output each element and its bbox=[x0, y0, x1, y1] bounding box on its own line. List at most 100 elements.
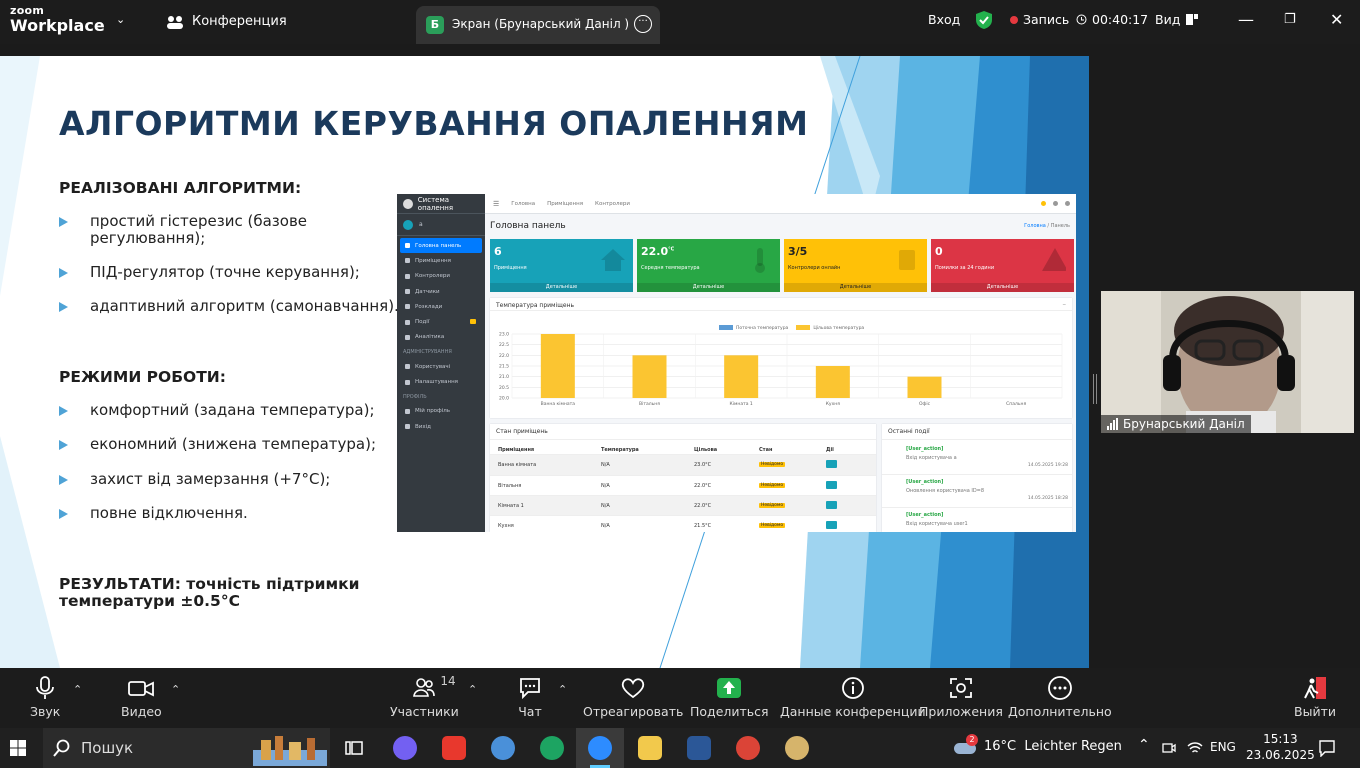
bar-target-0 bbox=[540, 334, 575, 398]
chrome-app-icon[interactable] bbox=[736, 736, 760, 760]
nav-item-analytics: Аналітика bbox=[400, 330, 482, 345]
y-tick-label: 20.0 bbox=[499, 396, 509, 402]
windows-start-icon[interactable] bbox=[10, 740, 26, 756]
search-highlight-illustration bbox=[253, 736, 327, 766]
wps-app-icon[interactable] bbox=[442, 736, 466, 760]
share-screen-button[interactable]: Поделиться bbox=[690, 676, 769, 719]
more-button[interactable]: Дополнительно bbox=[1008, 676, 1112, 719]
dashboard-nav: Головна панель Приміщення Контролери Дат… bbox=[397, 236, 485, 436]
slide-title: АЛГОРИТМИ КЕРУВАННЯ ОПАЛЕННЯМ bbox=[59, 104, 809, 143]
palette-app-icon[interactable] bbox=[785, 736, 809, 760]
dashboard-topnav: ☰ Головна Приміщення Контролери bbox=[485, 194, 1076, 214]
rooms-table-card: Стан приміщень Приміщення Температура Ці… bbox=[490, 424, 876, 532]
warning-icon bbox=[1042, 248, 1066, 271]
legend-swatch-current bbox=[719, 325, 733, 330]
zoom-taskbar-item[interactable] bbox=[576, 728, 624, 768]
viber-app-icon[interactable] bbox=[393, 736, 417, 760]
gear-icon bbox=[405, 379, 410, 385]
bullet-arrow-icon bbox=[59, 440, 68, 450]
language-indicator[interactable]: ENG bbox=[1210, 740, 1236, 754]
events-badge bbox=[470, 319, 476, 325]
bullet-arrow-icon bbox=[59, 509, 68, 519]
audio-button[interactable]: Звук bbox=[30, 676, 60, 719]
nav-item-sensors: Датчики bbox=[400, 284, 482, 299]
dashboard-brand: Система опалення bbox=[397, 194, 485, 214]
conference-tab[interactable]: Конференция bbox=[166, 14, 287, 29]
record-dot-icon bbox=[1010, 15, 1018, 24]
paint-app-icon[interactable] bbox=[491, 736, 515, 760]
algorithm-item: ПІД-регулятор (точне керування); bbox=[59, 264, 389, 281]
restore-icon[interactable]: ❐ bbox=[1284, 12, 1296, 27]
chevron-down-icon[interactable]: ⌄ bbox=[116, 13, 125, 26]
signin-button[interactable]: Вход bbox=[928, 12, 960, 27]
close-icon[interactable]: ✕ bbox=[1330, 10, 1343, 29]
chevron-up-icon[interactable]: ⌃ bbox=[1138, 737, 1150, 753]
meeting-toolbar: Звук ⌃ Видео ⌃ 14 Участники ⌃ Чат ⌃ Отре… bbox=[0, 668, 1360, 728]
x-tick-label: Вітальня bbox=[639, 401, 660, 407]
video-button[interactable]: Видео bbox=[121, 676, 162, 719]
recording-indicator[interactable]: Запись bbox=[1010, 12, 1069, 27]
event-item: [User_action] Вхід користувача а 14.05.2… bbox=[882, 442, 1072, 475]
mode-item: захист від замерзання (+7°C); bbox=[59, 471, 330, 488]
dashboard-page-title: Головна панель bbox=[490, 221, 566, 231]
y-tick-label: 22.5 bbox=[499, 342, 509, 348]
bullet-arrow-icon bbox=[59, 268, 68, 278]
chat-button[interactable]: Чат bbox=[518, 676, 542, 719]
camera-tray-icon[interactable] bbox=[1162, 741, 1176, 755]
meeting-info-button[interactable]: Данные конференции bbox=[780, 676, 926, 719]
chip-icon bbox=[899, 250, 915, 270]
chart-title: Температура приміщень bbox=[490, 298, 1072, 311]
wifi-icon[interactable] bbox=[1187, 740, 1203, 755]
panel-resize-handle[interactable] bbox=[1093, 374, 1097, 404]
y-tick-label: 20.5 bbox=[499, 385, 509, 391]
nav-item-profile: Мій профіль bbox=[400, 404, 482, 419]
participant-video-tile[interactable]: Брунарський Даніл bbox=[1101, 291, 1354, 433]
apps-button[interactable]: Приложения bbox=[919, 676, 1003, 719]
bar-target-4 bbox=[907, 376, 942, 398]
heart-icon bbox=[622, 678, 645, 699]
edge-app-icon[interactable] bbox=[540, 736, 564, 760]
audio-options-caret-icon[interactable]: ⌃ bbox=[73, 683, 82, 696]
view-eye-icon bbox=[826, 501, 837, 509]
algorithm-item: адаптивний алгоритм (самонавчання). bbox=[59, 298, 399, 315]
nav-section-profile: ПРОФІЛЬ bbox=[403, 393, 427, 400]
nav-item-events: Події bbox=[400, 314, 482, 329]
apps-icon bbox=[950, 678, 972, 698]
file-explorer-icon[interactable] bbox=[638, 736, 662, 760]
more-options-icon[interactable]: ··· bbox=[634, 15, 652, 33]
nav-section-admin: АДМІНІСТРУВАННЯ bbox=[403, 349, 452, 356]
notifications-icon[interactable] bbox=[1318, 739, 1336, 757]
info-icon bbox=[841, 677, 864, 699]
minimize-icon[interactable]: — bbox=[1238, 10, 1254, 29]
home-icon bbox=[405, 258, 410, 264]
participants-button[interactable]: 14 Участники bbox=[390, 674, 459, 719]
taskbar-search[interactable]: Пошук bbox=[43, 728, 330, 768]
tab-avatar-badge: Б bbox=[426, 16, 444, 34]
clock[interactable]: 15:13 23.06.2025 bbox=[1246, 731, 1315, 763]
task-view-icon[interactable] bbox=[345, 739, 363, 757]
chat-options-caret-icon[interactable]: ⌃ bbox=[558, 683, 567, 696]
react-button[interactable]: Отреагировать bbox=[583, 676, 683, 719]
bullet-arrow-icon bbox=[59, 302, 68, 312]
video-options-caret-icon[interactable]: ⌃ bbox=[171, 683, 180, 696]
view-button[interactable]: Вид bbox=[1155, 12, 1199, 27]
screen-share-tab[interactable]: Б Экран (Брунарський Даніл ) ··· bbox=[416, 6, 660, 44]
chart-legend: Поточна температура Цільова температура bbox=[719, 325, 864, 331]
participants-options-caret-icon[interactable]: ⌃ bbox=[468, 683, 477, 696]
word-app-icon[interactable] bbox=[687, 736, 711, 760]
chip-icon bbox=[405, 273, 410, 279]
bar-target-2 bbox=[724, 355, 759, 398]
dashboard-user: а bbox=[397, 214, 485, 236]
view-layout-icon bbox=[1186, 14, 1199, 25]
leave-button[interactable]: Выйти bbox=[1294, 676, 1336, 719]
shield-check-icon[interactable] bbox=[976, 11, 992, 29]
calendar-icon bbox=[405, 304, 410, 310]
microphone-icon bbox=[36, 676, 55, 699]
nav-item-logout: Вихід bbox=[400, 419, 482, 434]
x-tick-label: Кухня bbox=[826, 401, 840, 407]
nav-item-users: Користувачі bbox=[400, 359, 482, 374]
table-row: Ванна кімната N/A 23.0°C Невідомо bbox=[490, 454, 876, 475]
weather-widget[interactable]: 2 16°C Leichter Regen bbox=[954, 734, 1122, 755]
x-tick-label: Офіс bbox=[919, 401, 931, 407]
weather-badge: 2 bbox=[966, 734, 978, 746]
